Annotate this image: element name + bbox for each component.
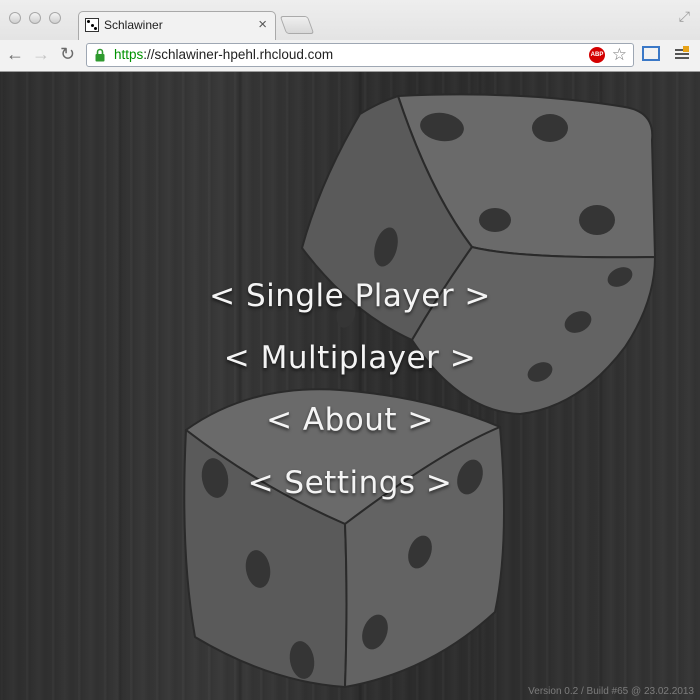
dice-background-illustration [183,93,656,688]
tab-title: Schlawiner [104,18,163,32]
tab-close-icon[interactable]: × [258,16,267,33]
settings-menu-item[interactable]: < Settings > [0,465,700,501]
forward-button[interactable]: → [32,44,50,64]
bookmark-star-icon[interactable]: ☆ [612,45,627,65]
reload-button[interactable]: ↻ [60,44,75,64]
browser-toolbar: ← → ↻ https://schlawiner-hpehl.rhcloud.c… [0,40,700,71]
fullscreen-icon[interactable]: ⤢ [679,8,690,25]
lock-icon [95,48,105,62]
url-scheme: https [114,47,144,62]
minimize-window-button[interactable] [29,12,41,24]
url-text: https://schlawiner-hpehl.rhcloud.com [114,47,333,62]
zoom-window-button[interactable] [49,12,61,24]
menu-icon[interactable] [674,46,690,62]
adblock-icon[interactable]: ABP [589,47,605,63]
browser-tab[interactable]: Schlawiner × [78,11,276,40]
back-button[interactable]: ← [6,44,24,64]
about-menu-item[interactable]: < About > [0,402,700,438]
new-tab-button[interactable] [279,16,315,34]
single-player-menu-item[interactable]: < Single Player > [0,278,700,314]
url-host: ://schlawiner-hpehl.rhcloud.com [143,47,334,62]
address-bar[interactable]: https://schlawiner-hpehl.rhcloud.com ABP… [86,43,634,67]
game-start-screen: < Single Player > < Multiplayer > < Abou… [0,72,700,700]
version-label: Version 0.2 / Build #65 @ 23.02.2013 [528,686,694,697]
multiplayer-menu-item[interactable]: < Multiplayer > [0,340,700,376]
dice-favicon-icon [85,18,99,32]
browser-chrome: Schlawiner × ⤢ ← → ↻ https://schlawiner-… [0,0,700,72]
screen-icon[interactable] [642,46,660,61]
close-window-button[interactable] [9,12,21,24]
